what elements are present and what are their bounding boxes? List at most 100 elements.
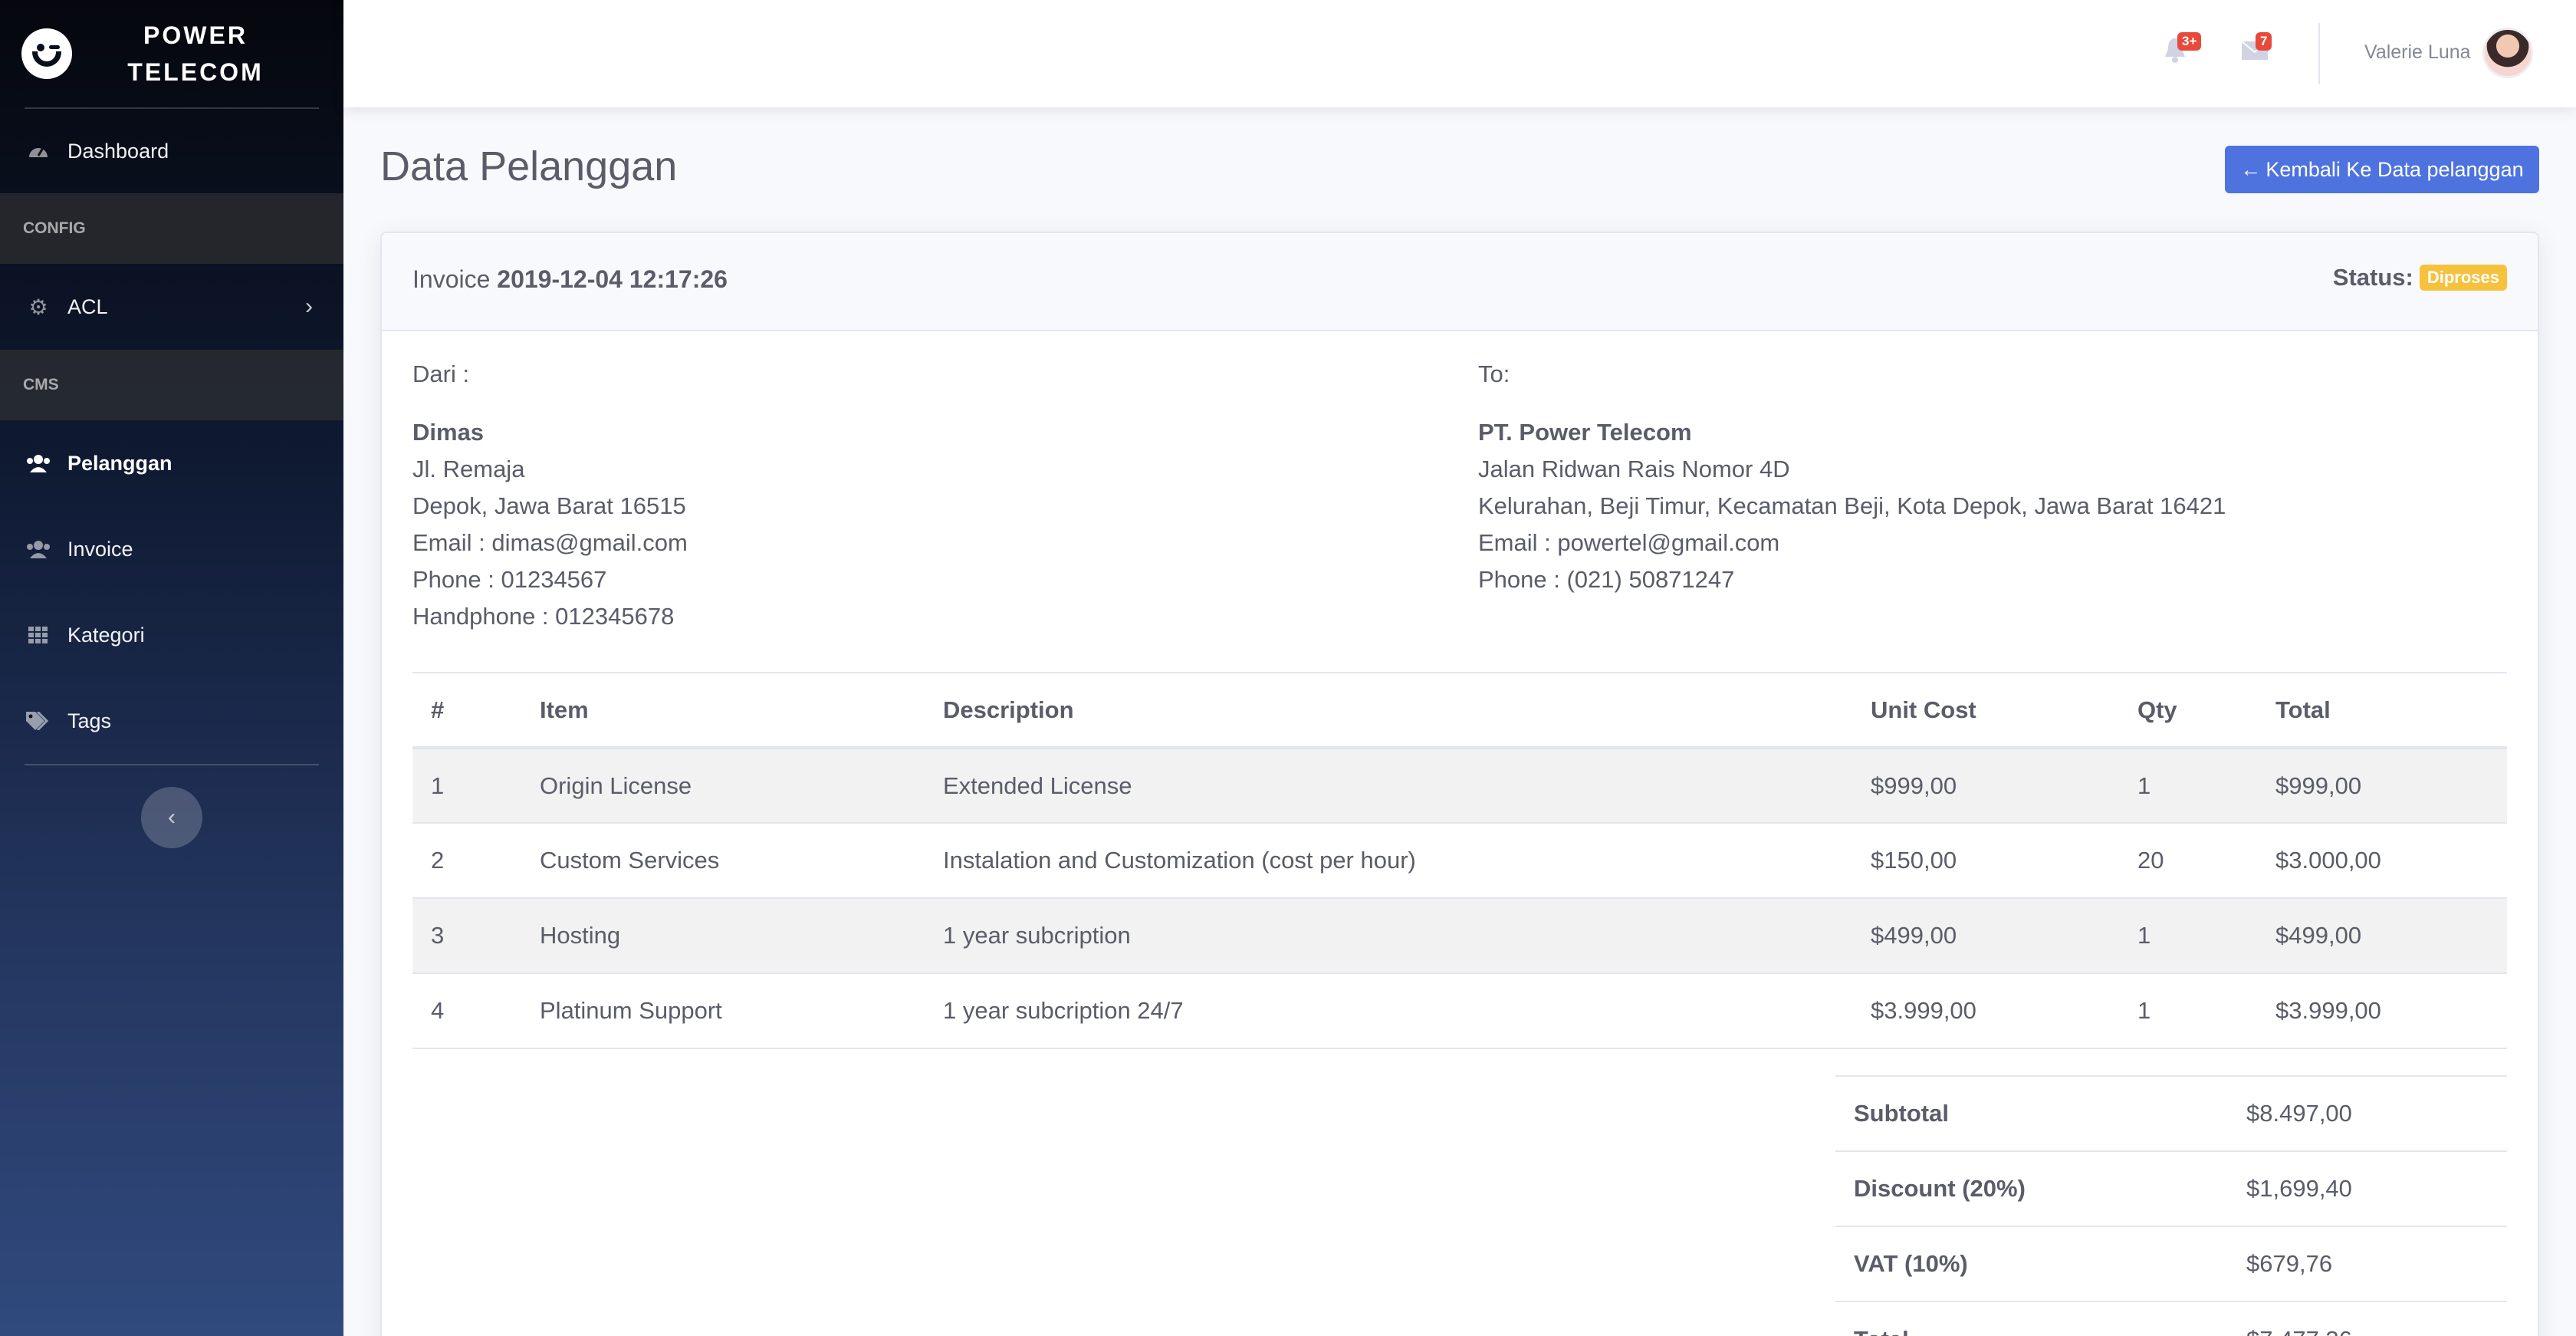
invoice-title: Invoice 2019-12-04 12:17:26: [412, 265, 728, 294]
totals-row-vat: VAT (10%) $679,76: [1835, 1226, 2507, 1301]
cell-item: Origin License: [521, 748, 925, 824]
totals-label: Discount (20%): [1835, 1150, 2228, 1226]
from-email: Email : dimas@gmail.com: [412, 529, 688, 556]
cell-number: 4: [412, 973, 521, 1049]
sidebar-item-pelanggan[interactable]: Pelanggan: [0, 420, 343, 506]
totals-label: VAT (10%): [1835, 1226, 2228, 1301]
invoice-totals-table: Subtotal $8.497,00 Discount (20%) $1,699…: [1835, 1075, 2507, 1336]
sidebar-item-label: Kategori: [67, 623, 145, 647]
sidebar-item-acl[interactable]: ⚙ ACL ›: [0, 264, 343, 350]
sidebar-item-label: Pelanggan: [67, 451, 172, 475]
totals-value: $7.477,36: [2228, 1301, 2507, 1336]
from-phone: Phone : 01234567: [412, 566, 607, 593]
sidebar: POWER TELECOM Dashboard CONFIG ⚙ ACL › C…: [0, 0, 343, 1336]
cell-unit-cost: $150,00: [1852, 823, 2119, 899]
users-icon: [25, 538, 52, 560]
cell-number: 2: [412, 823, 521, 899]
sidebar-toggle-button[interactable]: ‹: [141, 787, 202, 848]
to-label: To:: [1478, 360, 1510, 387]
cell-qty: 1: [2119, 898, 2257, 974]
invoice-items-table: # Item Description Unit Cost Qty Total 1…: [412, 672, 2507, 1049]
user-name[interactable]: Valerie Luna: [2364, 41, 2471, 64]
totals-row-subtotal: Subtotal $8.497,00: [1835, 1075, 2507, 1151]
sidebar-item-dashboard[interactable]: Dashboard: [0, 109, 343, 193]
brand-line-2: TELECOM: [127, 58, 264, 86]
cell-number: 3: [412, 898, 521, 974]
page-title: Data Pelanggan: [380, 143, 678, 189]
gear-icon: ⚙: [28, 295, 48, 319]
messages-dropdown[interactable]: 7: [2241, 32, 2272, 67]
cell-qty: 20: [2119, 823, 2257, 899]
cell-item: Platinum Support: [521, 973, 925, 1049]
alerts-badge: 3+: [2177, 32, 2202, 51]
users-icon: [25, 452, 52, 474]
table-row: 1 Origin License Extended License $999,0…: [412, 748, 2507, 824]
cell-total: $999,00: [2257, 748, 2507, 824]
from-label: Dari :: [412, 360, 470, 387]
totals-row-discount: Discount (20%) $1,699,40: [1835, 1150, 2507, 1226]
totals-value: $1,699,40: [2228, 1150, 2507, 1226]
cell-unit-cost: $999,00: [1852, 748, 2119, 824]
cell-unit-cost: $3.999,00: [1852, 973, 2119, 1049]
from-address: Dari : Dimas Jl. Remaja Depok, Jawa Bara…: [412, 356, 688, 635]
table-row: 4 Platinum Support 1 year subcription 24…: [412, 973, 2507, 1049]
invoice-label: Invoice: [412, 265, 491, 293]
laugh-wink-icon: [21, 28, 72, 79]
topbar: 3+ 7 Valerie Luna: [343, 0, 2576, 107]
totals-label: Subtotal: [1835, 1075, 2228, 1151]
cell-description: Extended License: [925, 748, 1852, 824]
to-phone: Phone : (021) 50871247: [1478, 566, 1735, 593]
sidebar-item-tags[interactable]: Tags: [0, 678, 343, 764]
brand[interactable]: POWER TELECOM: [0, 0, 343, 107]
sidebar-heading-cms: CMS: [0, 350, 343, 420]
avatar[interactable]: [2482, 28, 2533, 78]
from-name: Dimas: [412, 419, 485, 446]
chevron-right-icon: ›: [305, 294, 313, 319]
cell-item: Hosting: [521, 898, 925, 974]
cell-unit-cost: $499,00: [1852, 898, 2119, 974]
grid-icon: [25, 624, 52, 646]
to-city: Kelurahan, Beji Timur, Kecamatan Beji, K…: [1478, 492, 2226, 519]
brand-line-1: POWER: [143, 21, 248, 49]
totals-row-total: Total $7.477,36: [1835, 1301, 2507, 1336]
sidebar-heading-config: CONFIG: [0, 193, 343, 264]
totals-label: Total: [1835, 1301, 2228, 1336]
sidebar-item-kategori[interactable]: Kategori: [0, 592, 343, 678]
invoice-card-header: Invoice 2019-12-04 12:17:26 Status: Dipr…: [382, 233, 2538, 331]
cell-total: $3.999,00: [2257, 973, 2507, 1049]
sidebar-item-label: ACL: [67, 295, 108, 318]
sidebar-item-invoice[interactable]: Invoice: [0, 506, 343, 592]
messages-badge: 7: [2256, 32, 2272, 51]
sidebar-item-label: Tags: [67, 709, 112, 732]
alerts-dropdown[interactable]: 3+: [2164, 32, 2202, 67]
table-row: 2 Custom Services Instalation and Custom…: [412, 823, 2507, 899]
brand-name: POWER TELECOM: [115, 17, 276, 90]
topbar-divider: [2318, 23, 2320, 84]
cell-qty: 1: [2119, 748, 2257, 824]
back-button-label: Kembali Ke Data pelanggan: [2266, 157, 2524, 181]
cell-qty: 1: [2119, 973, 2257, 1049]
to-street: Jalan Ridwan Rais Nomor 4D: [1478, 456, 1790, 482]
column-header-unit-cost: Unit Cost: [1852, 672, 2119, 749]
to-address: To: PT. Power Telecom Jalan Ridwan Rais …: [1478, 356, 2226, 598]
to-email: Email : powertel@gmail.com: [1478, 529, 1780, 556]
cell-description: 1 year subcription 24/7: [925, 973, 1852, 1049]
arrow-left-icon: ←: [2240, 157, 2262, 181]
invoice-card: Invoice 2019-12-04 12:17:26 Status: Dipr…: [380, 232, 2539, 1336]
totals-value: $8.497,00: [2228, 1075, 2507, 1151]
back-to-customers-button[interactable]: ← Kembali Ke Data pelanggan: [2225, 146, 2539, 193]
sidebar-divider: [25, 764, 319, 765]
to-name: PT. Power Telecom: [1478, 419, 1692, 446]
cell-total: $3.000,00: [2257, 823, 2507, 899]
totals-value: $679,76: [2228, 1226, 2507, 1301]
cell-total: $499,00: [2257, 898, 2507, 974]
cell-description: 1 year subcription: [925, 898, 1852, 974]
sidebar-item-label: Dashboard: [67, 139, 169, 163]
invoice-date: 2019-12-04 12:17:26: [497, 265, 728, 293]
column-header-item: Item: [521, 672, 925, 749]
chevron-left-icon: ‹: [168, 805, 176, 830]
column-header-description: Description: [925, 672, 1852, 749]
column-header-qty: Qty: [2119, 672, 2257, 749]
status-label: Status:: [2332, 264, 2413, 291]
column-header-number: #: [412, 672, 521, 749]
